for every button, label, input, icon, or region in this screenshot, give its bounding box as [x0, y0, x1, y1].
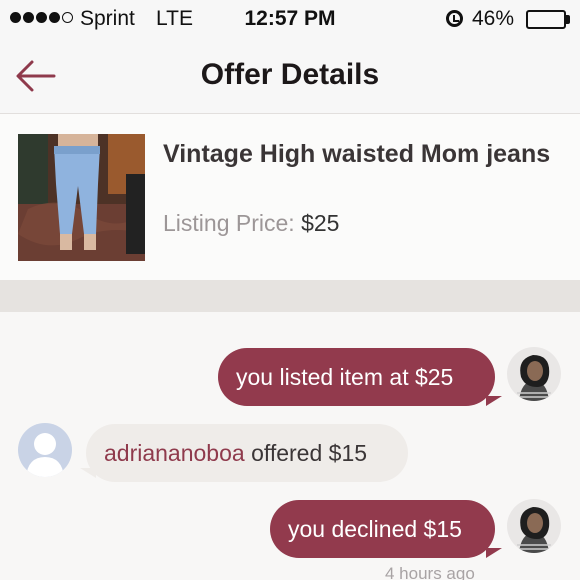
bubble-tail	[486, 396, 502, 406]
listing-price: Listing Price: $25	[163, 210, 339, 237]
alarm-clock-icon	[446, 10, 463, 27]
listing-price-value: $25	[301, 210, 340, 236]
listing-photo[interactable]	[18, 134, 145, 261]
page-title: Offer Details	[200, 58, 380, 91]
listing-title: Vintage High waisted Mom jeans	[163, 140, 551, 168]
screen: Sprint LTE 12:57 PM 46% Offer Details Vi…	[0, 0, 580, 580]
incoming-message-bubble: adriananoboa offered $15	[86, 424, 408, 482]
bubble-tail	[486, 548, 502, 558]
battery-percentage: 46%	[472, 7, 515, 30]
default-user-icon	[18, 423, 72, 477]
battery-icon	[526, 10, 566, 29]
message-text: you listed item at $25	[236, 364, 454, 390]
status-bar: Sprint LTE 12:57 PM 46%	[0, 0, 580, 38]
message-text: offered $15	[244, 440, 368, 466]
user-avatar-icon	[507, 347, 561, 401]
outgoing-message-bubble: you declined $15	[270, 500, 495, 558]
section-divider	[0, 280, 580, 312]
offer-conversation: you listed item at $25 adriananoboa offe…	[0, 312, 580, 580]
battery-tip	[566, 15, 570, 24]
buyer-avatar[interactable]	[18, 423, 72, 477]
my-avatar[interactable]	[507, 499, 561, 553]
navigation-bar: Offer Details	[0, 38, 580, 114]
listing-summary[interactable]: Vintage High waisted Mom jeans Listing P…	[0, 114, 580, 280]
listing-price-label: Listing Price:	[163, 210, 295, 236]
outgoing-message-bubble: you listed item at $25	[218, 348, 495, 406]
message-timestamp: 4 hours ago	[385, 564, 475, 580]
my-avatar[interactable]	[507, 347, 561, 401]
message-text: you declined $15	[288, 516, 462, 542]
buyer-username[interactable]: adriananoboa	[104, 440, 245, 466]
jeans-photo-illustration	[18, 134, 145, 261]
user-avatar-icon	[507, 499, 561, 553]
